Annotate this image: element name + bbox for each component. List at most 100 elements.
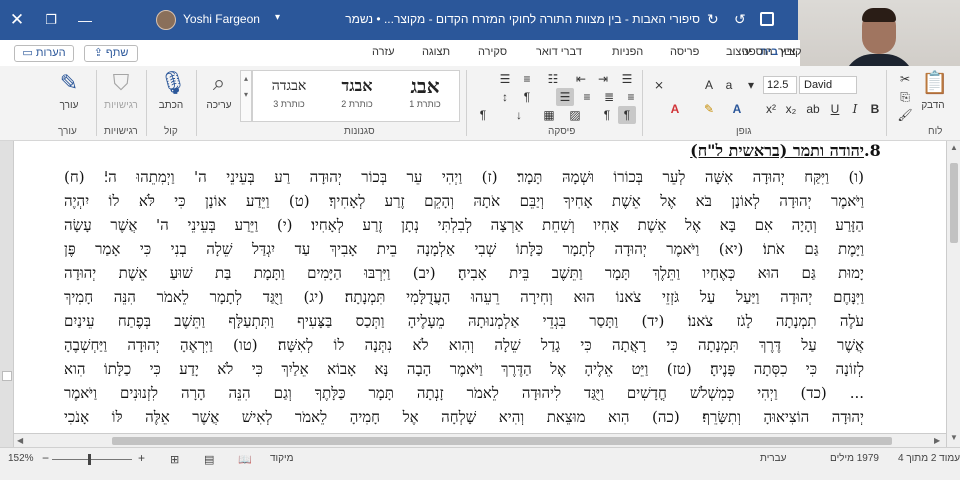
line-spacing-icon[interactable]: ↕ [496,88,514,106]
zoom-slider[interactable] [52,459,132,460]
tab-review[interactable]: סקירה [478,46,507,58]
zoom-slider-thumb[interactable] [88,454,91,465]
divider [642,70,643,136]
strikethrough-icon[interactable]: ab [804,100,822,118]
styles-gallery-scroll[interactable]: ▴ ▾ [240,70,252,122]
align-right-icon[interactable]: ≡ [578,88,596,106]
comments-button[interactable]: ▭ הערות [14,45,74,62]
sort-icon[interactable]: ↓ [510,106,528,124]
restore-icon[interactable]: ❐ [34,0,68,40]
underline-icon[interactable]: U [826,100,844,118]
tab-view[interactable]: תצוגה [422,46,450,58]
language-indicator[interactable]: עברית [760,453,786,464]
clear-format-icon[interactable]: ⨯ [650,76,668,94]
horizontal-scrollbar[interactable]: ◀ ▶ [14,433,946,447]
editor-button[interactable]: ✎ עורך [48,70,90,122]
tab-draw[interactable]: ציור [778,46,796,58]
focus-button[interactable]: מיקוד [270,453,294,464]
decrease-indent-icon[interactable]: ⇤ [572,70,590,88]
zoom-out-button[interactable]: − [42,451,49,465]
multilevel-icon[interactable]: ☷ [544,70,562,88]
text-line: ... (כד) וַיְהִי כְּמִשְׁלֹשׁ חֳדָשִׁים … [64,384,864,402]
subscript-icon[interactable]: x₂ [782,100,800,118]
font-color-icon[interactable]: A [666,100,684,118]
document-body[interactable]: (ו) וַיִּקַּח יְהוּדָה אִשָּׁה לְעֵר בְּ… [64,165,864,433]
copy-icon[interactable]: ⎘ [896,88,914,106]
username[interactable]: Yoshi Fargeon [183,12,260,26]
word-count[interactable]: 1979 מילים [830,453,879,464]
text-effects-icon[interactable]: A [728,100,746,118]
sensitivity-icon: ⛉ [112,70,130,95]
document-title[interactable]: סיפורי האבות - בין מצוות התורה לחוקי המז… [300,12,700,26]
format-painter-icon[interactable]: 🖌 [896,106,914,124]
ribbon: ✎ עורך עורך ⛉ רגישויות רגישויות 🎙 הכתב ק… [0,66,960,141]
print-layout-icon[interactable]: ▤ [204,453,214,466]
rtl-paragraph-icon[interactable]: ¶ [618,106,636,124]
clipboard-icon: 📋 [921,70,949,95]
center-icon[interactable]: ≣ [600,88,618,106]
chevron-down-icon[interactable]: ▾ [275,12,280,23]
cut-icon[interactable]: ✂ [896,70,914,88]
web-layout-icon[interactable]: ⊞ [170,453,179,466]
sensitivity-button[interactable]: ⛉ רגישויות [100,70,142,122]
shrink-font-icon[interactable]: a [720,76,738,94]
superscript-icon[interactable]: x² [762,100,780,118]
rtl-icon[interactable]: ¶ [518,88,536,106]
editor-icon: ✎ [59,70,79,95]
tab-help[interactable]: עזרה [372,46,394,58]
text-line: הַזָּרַע וְהָיָה אִם בָּא אֶל אֵשֶׁת אָח… [64,216,864,234]
align-left-icon[interactable]: ≡ [622,88,640,106]
style-name: כותרת 1 [409,99,441,109]
scroll-down-icon[interactable]: ▼ [950,433,958,442]
redo-icon[interactable]: ↻ [707,11,719,28]
tab-references[interactable]: הפניות [612,46,643,58]
minimize-icon[interactable]: — [68,0,102,40]
page-indicator[interactable]: עמוד 2 מתוך 4 [898,453,960,464]
scroll-up-icon[interactable]: ▲ [950,143,958,152]
paste-button[interactable]: 📋 הדבק [912,70,954,122]
scroll-thumb[interactable] [950,163,958,243]
tab-mailings[interactable]: דברי דואר [536,46,582,58]
document-page[interactable]: יהודה ותמר (בראשית ל"ח) .8 (ו) וַיִּקַּח… [14,141,946,433]
numbering-icon[interactable]: ≡ [518,70,536,88]
ltr-icon[interactable]: ¶ [598,106,616,124]
editing-button[interactable]: ⌕ עריכה [198,70,240,122]
paste-label: הדבק [921,100,945,111]
style-heading-2[interactable]: אבגד כותרת 2 [325,73,389,119]
undo-icon[interactable]: ↺ [734,11,746,28]
highlight-icon[interactable]: ✎ [700,100,718,118]
styles-gallery: אבג כותרת 1 אבגד כותרת 2 אבגדה כותרת 3 [252,70,460,122]
share-button[interactable]: ⇪ שתף [84,45,138,62]
scroll-right-icon[interactable]: ▶ [934,436,940,445]
ruler-marker[interactable] [2,371,12,381]
group-label-voice: קול [164,126,178,137]
borders-icon[interactable]: ▦ [540,106,558,124]
justify-icon[interactable]: ☰ [556,88,574,106]
font-size-dropdown-icon[interactable]: ▾ [742,76,760,94]
read-mode-icon[interactable]: 📖 [238,453,252,466]
tab-layout[interactable]: פריסה [670,46,699,58]
increase-indent-icon[interactable]: ⇥ [594,70,612,88]
close-icon[interactable]: ✕ [0,0,34,40]
list-icon[interactable]: ☰ [618,70,636,88]
scroll-left-icon[interactable]: ◀ [17,436,23,445]
style-heading-1[interactable]: אבג כותרת 1 [393,73,457,119]
vertical-scrollbar[interactable]: ▲ ▼ [946,141,960,447]
avatar[interactable] [156,10,176,30]
italic-icon[interactable]: I [846,100,864,118]
grow-font-icon[interactable]: A [700,76,718,94]
bold-icon[interactable]: B [866,100,884,118]
divider [146,70,147,136]
zoom-level[interactable]: 152% [8,453,34,464]
dictate-button[interactable]: 🎙 הכתב [150,70,192,122]
scroll-thumb[interactable] [112,437,892,445]
shading-icon[interactable]: ▨ [566,106,584,124]
show-marks-icon[interactable]: ¶ [474,106,492,124]
font-size-field[interactable]: 12.5 [763,76,797,94]
font-name-field[interactable]: David [799,76,857,94]
tab-design[interactable]: עיצוב [726,46,751,58]
save-icon[interactable] [760,12,774,26]
bullets-icon[interactable]: ☰ [496,70,514,88]
style-heading-3[interactable]: אבגדה כותרת 3 [257,73,321,119]
zoom-in-button[interactable]: + [138,451,145,465]
